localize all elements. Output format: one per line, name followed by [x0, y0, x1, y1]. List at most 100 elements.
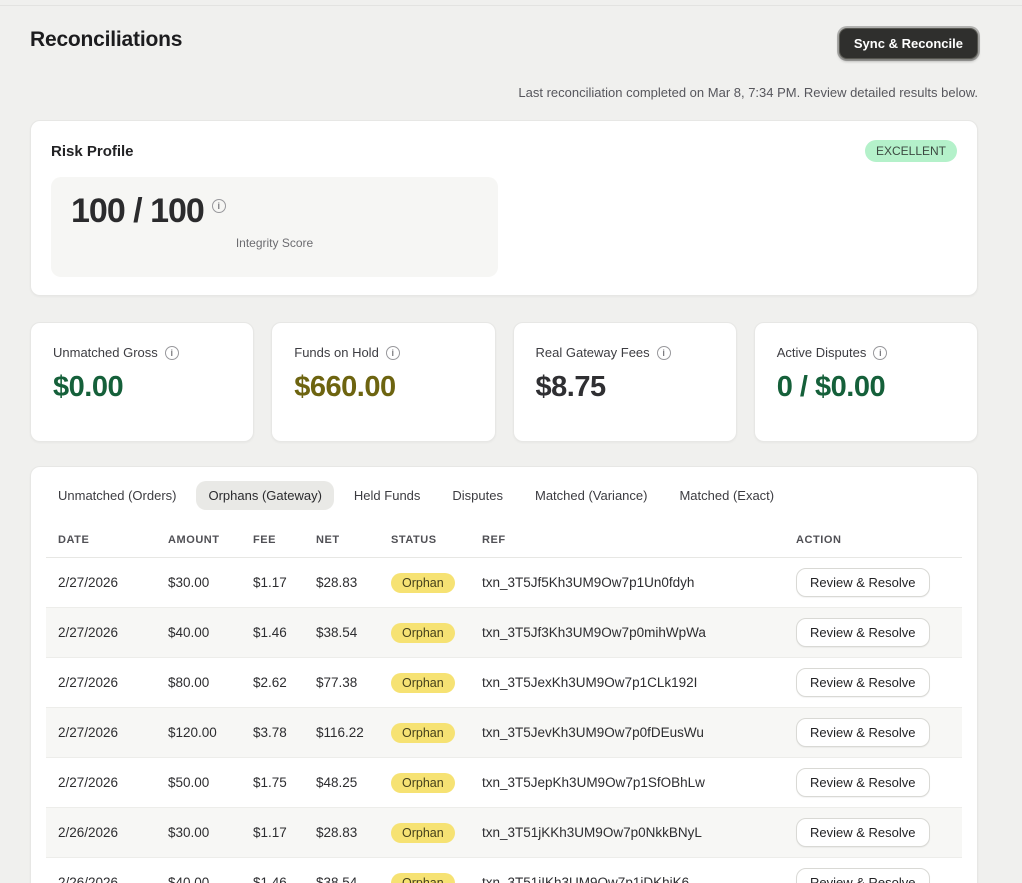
sync-reconcile-button[interactable]: Sync & Reconcile	[839, 28, 978, 59]
stat-card: Funds on Hold i $660.00	[271, 322, 495, 442]
table-row: 2/27/2026$80.00$2.62$77.38Orphantxn_3T5J…	[46, 658, 962, 708]
info-icon[interactable]: i	[657, 346, 671, 360]
risk-profile-card: Risk Profile EXCELLENT 100 / 100 i Integ…	[30, 120, 978, 296]
status-badge: Orphan	[391, 723, 455, 743]
status-badge: Orphan	[391, 573, 455, 593]
status-cell: Orphan	[391, 558, 482, 608]
rating-badge: EXCELLENT	[865, 140, 957, 162]
integrity-score-line: 100 / 100 i	[71, 193, 478, 230]
status-cell: Orphan	[391, 658, 482, 708]
net-cell: $77.38	[316, 658, 391, 708]
results-tabbar: Unmatched (Orders) Orphans (Gateway) Held …	[46, 481, 962, 510]
info-icon[interactable]: i	[873, 346, 887, 360]
status-badge: Orphan	[391, 623, 455, 643]
net-cell: $38.54	[316, 858, 391, 883]
status-cell: Orphan	[391, 708, 482, 758]
stat-label-line: Funds on Hold i	[294, 345, 476, 360]
stat-card: Real Gateway Fees i $8.75	[513, 322, 737, 442]
net-cell: $28.83	[316, 558, 391, 608]
ref-cell: txn_3T5Jf3Kh3UM9Ow7p0mihWpWa	[482, 608, 796, 658]
column-header-status: STATUS	[391, 534, 482, 558]
net-cell: $116.22	[316, 708, 391, 758]
table-row: 2/27/2026$30.00$1.17$28.83Orphantxn_3T5J…	[46, 558, 962, 608]
table-header-row: DATEAMOUNTFEENETSTATUSREFACTION	[46, 534, 962, 558]
amount-cell: $30.00	[168, 558, 253, 608]
tab-orphans-gateway[interactable]: Orphans (Gateway)	[196, 481, 333, 510]
tab-matched-variance[interactable]: Matched (Variance)	[523, 481, 659, 510]
info-icon[interactable]: i	[165, 346, 179, 360]
fee-cell: $3.78	[253, 708, 316, 758]
stats-row: Unmatched Gross i $0.00 Funds on Hold i …	[30, 322, 978, 442]
ref-cell: txn_3T5JexKh3UM9Ow7p1CLk192I	[482, 658, 796, 708]
status-cell: Orphan	[391, 758, 482, 808]
ref-cell: txn_3T5Jf5Kh3UM9Ow7p1Un0fdyh	[482, 558, 796, 608]
column-header-date: DATE	[46, 534, 168, 558]
status-cell: Orphan	[391, 608, 482, 658]
date-cell: 2/26/2026	[46, 808, 168, 858]
tab-unmatched-orders[interactable]: Unmatched (Orders)	[46, 481, 188, 510]
last-reconciliation-note: Last reconciliation completed on Mar 8, …	[30, 85, 978, 100]
tab-disputes[interactable]: Disputes	[440, 481, 515, 510]
tab-matched-exact[interactable]: Matched (Exact)	[667, 481, 786, 510]
table-head: DATEAMOUNTFEENETSTATUSREFACTION	[46, 534, 962, 558]
stat-label: Unmatched Gross	[53, 345, 158, 360]
stat-label: Real Gateway Fees	[536, 345, 650, 360]
stat-value: $8.75	[536, 371, 718, 404]
tab-held-funds[interactable]: Held Funds	[342, 481, 432, 510]
stat-card: Active Disputes i 0 / $0.00	[754, 322, 978, 442]
ref-cell: txn_3T51jIKh3UM9Ow7p1iDKhiK6	[482, 858, 796, 883]
amount-cell: $80.00	[168, 658, 253, 708]
review-resolve-button[interactable]: Review & Resolve	[796, 718, 930, 747]
review-resolve-button[interactable]: Review & Resolve	[796, 868, 930, 883]
stat-label-line: Unmatched Gross i	[53, 345, 235, 360]
review-resolve-button[interactable]: Review & Resolve	[796, 768, 930, 797]
action-cell: Review & Resolve	[796, 758, 962, 808]
table-row: 2/26/2026$40.00$1.46$38.54Orphantxn_3T51…	[46, 858, 962, 883]
fee-cell: $2.62	[253, 658, 316, 708]
amount-cell: $120.00	[168, 708, 253, 758]
stat-value: 0 / $0.00	[777, 371, 959, 404]
integrity-score-box: 100 / 100 i Integrity Score	[51, 177, 498, 277]
stat-label: Funds on Hold	[294, 345, 379, 360]
net-cell: $28.83	[316, 808, 391, 858]
table-row: 2/27/2026$50.00$1.75$48.25Orphantxn_3T5J…	[46, 758, 962, 808]
date-cell: 2/26/2026	[46, 858, 168, 883]
status-badge: Orphan	[391, 773, 455, 793]
stat-label-line: Real Gateway Fees i	[536, 345, 718, 360]
ref-cell: txn_3T5JevKh3UM9Ow7p0fDEusWu	[482, 708, 796, 758]
amount-cell: $40.00	[168, 858, 253, 883]
stat-label-line: Active Disputes i	[777, 345, 959, 360]
page-title: Reconciliations	[30, 28, 182, 52]
amount-cell: $40.00	[168, 608, 253, 658]
table-row: 2/26/2026$30.00$1.17$28.83Orphantxn_3T51…	[46, 808, 962, 858]
column-header-net: NET	[316, 534, 391, 558]
stat-label: Active Disputes	[777, 345, 867, 360]
date-cell: 2/27/2026	[46, 608, 168, 658]
risk-profile-header: Risk Profile EXCELLENT	[51, 140, 957, 162]
fee-cell: $1.17	[253, 808, 316, 858]
date-cell: 2/27/2026	[46, 708, 168, 758]
action-cell: Review & Resolve	[796, 658, 962, 708]
fee-cell: $1.75	[253, 758, 316, 808]
review-resolve-button[interactable]: Review & Resolve	[796, 618, 930, 647]
page-header: Reconciliations Sync & Reconcile	[30, 28, 978, 59]
action-cell: Review & Resolve	[796, 608, 962, 658]
ref-cell: txn_3T5JepKh3UM9Ow7p1SfOBhLw	[482, 758, 796, 808]
review-resolve-button[interactable]: Review & Resolve	[796, 568, 930, 597]
integrity-score-value: 100 / 100	[71, 193, 204, 230]
risk-profile-title: Risk Profile	[51, 143, 134, 160]
info-icon[interactable]: i	[386, 346, 400, 360]
amount-cell: $50.00	[168, 758, 253, 808]
table-row: 2/27/2026$40.00$1.46$38.54Orphantxn_3T5J…	[46, 608, 962, 658]
table-body: 2/27/2026$30.00$1.17$28.83Orphantxn_3T5J…	[46, 558, 962, 883]
fee-cell: $1.17	[253, 558, 316, 608]
action-cell: Review & Resolve	[796, 708, 962, 758]
status-badge: Orphan	[391, 673, 455, 693]
action-cell: Review & Resolve	[796, 808, 962, 858]
column-header-ref: REF	[482, 534, 796, 558]
review-resolve-button[interactable]: Review & Resolve	[796, 818, 930, 847]
info-icon[interactable]: i	[212, 199, 226, 213]
status-cell: Orphan	[391, 808, 482, 858]
review-resolve-button[interactable]: Review & Resolve	[796, 668, 930, 697]
orphans-table: DATEAMOUNTFEENETSTATUSREFACTION 2/27/202…	[46, 534, 962, 883]
